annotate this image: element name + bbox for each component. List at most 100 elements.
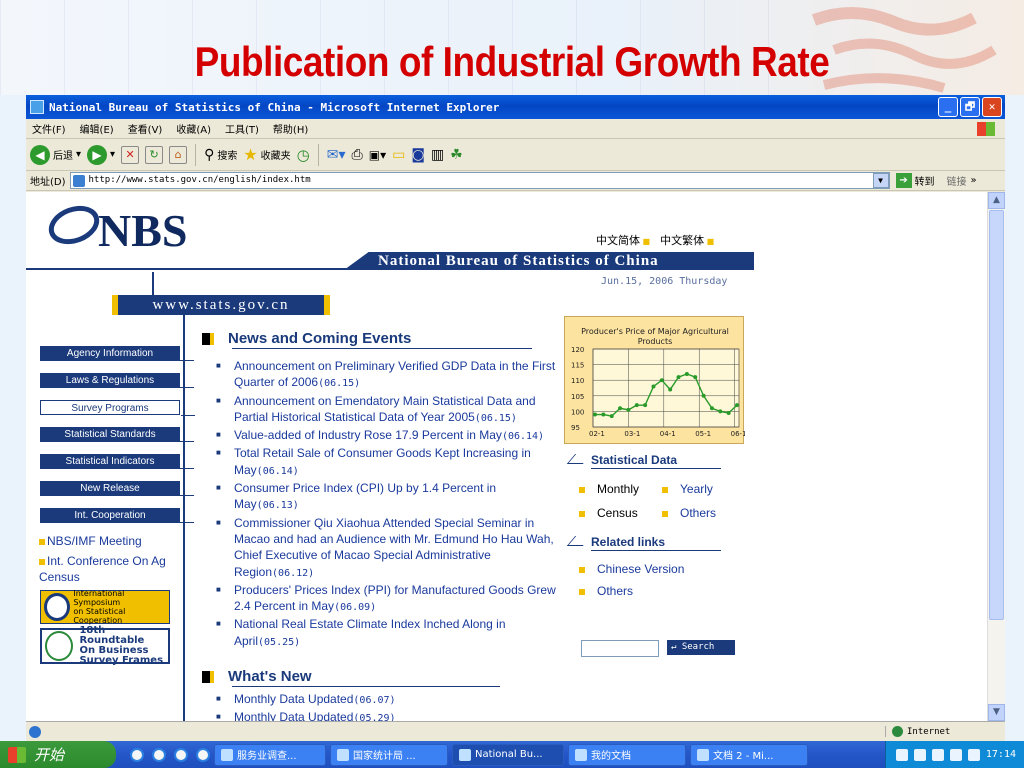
stat-monthly-link[interactable]: Monthly	[579, 482, 639, 496]
clock: 17:14	[985, 749, 1016, 760]
task-button[interactable]: 文档 2 - Mi...	[690, 743, 808, 766]
vertical-scrollbar[interactable]: ▲ ▼	[987, 192, 1005, 721]
favorites-button[interactable]: ★ 收藏夹	[243, 145, 290, 164]
page-content: NBS 中文简体 中文繁体 National Bureau of Statist…	[26, 192, 987, 721]
scroll-thumb[interactable]	[989, 210, 1004, 620]
price-chart[interactable]: Producer's Price of Major Agricultural P…	[564, 316, 745, 444]
simplified-chinese-link[interactable]: 中文简体	[596, 232, 650, 248]
research-icon[interactable]: ▥	[431, 147, 444, 163]
tray-icon[interactable]	[967, 748, 980, 761]
discuss-icon[interactable]: ▭	[392, 147, 405, 163]
chart-point	[735, 403, 739, 408]
site-search-button[interactable]: ↵ Search	[667, 640, 735, 655]
link-int-conference[interactable]: Int. Conference On Ag Census	[39, 553, 179, 585]
quick-launch-icon[interactable]	[174, 747, 188, 762]
news-item[interactable]: National Real Estate Climate Index Inche…	[216, 616, 561, 651]
refresh-icon[interactable]: ↻	[145, 145, 164, 164]
chart-y-tick: 120	[571, 346, 584, 354]
history-icon[interactable]: ◷	[297, 146, 310, 164]
edit-icon[interactable]: ▣▾	[369, 148, 386, 162]
nav-laws-regulations[interactable]: Laws & Regulations	[40, 373, 194, 388]
menu-view[interactable]: 查看(V)	[128, 121, 163, 136]
whats-new-item[interactable]: Monthly Data Updated(05.29)	[216, 709, 561, 721]
task-button[interactable]: 国家统计局 ...	[330, 743, 448, 766]
menu-edit[interactable]: 编辑(E)	[80, 121, 114, 136]
forward-arrow-icon: ▶	[87, 144, 108, 165]
menu-tools[interactable]: 工具(T)	[225, 121, 259, 136]
back-button[interactable]: ◀ 后退 ▾	[30, 144, 81, 165]
nav-survey-programs[interactable]: Survey Programs	[40, 400, 195, 416]
tray-icon[interactable]	[931, 748, 944, 761]
chevron-right-icon[interactable]: »	[971, 175, 977, 186]
address-dropdown[interactable]: ▼	[872, 173, 889, 188]
search-button[interactable]: ⚲ 搜索	[204, 147, 237, 163]
chart-point	[676, 375, 681, 380]
tray-icon[interactable]	[949, 748, 962, 761]
page-status-icon	[29, 725, 41, 738]
task-button-active[interactable]: National Bu...	[452, 743, 564, 766]
links-button[interactable]: 链接	[947, 173, 967, 188]
chinese-version-link[interactable]: Chinese Version	[579, 562, 684, 576]
address-input[interactable]: http://www.stats.gov.cn/english/index.ht…	[69, 172, 890, 189]
go-button[interactable]: ➔ 转到	[895, 173, 935, 188]
news-item[interactable]: Announcement on Emendatory Main Statisti…	[216, 393, 561, 428]
bullet-icon	[39, 558, 45, 565]
nav-agency-information[interactable]: Agency Information	[40, 346, 194, 361]
news-item[interactable]: Producers' Prices Index (PPI) for Manufa…	[216, 582, 561, 617]
scroll-down-icon[interactable]: ▼	[988, 704, 1005, 721]
folder-icon	[575, 748, 587, 761]
related-others-link[interactable]: Others	[579, 584, 633, 598]
site-search-input[interactable]	[581, 640, 659, 657]
print-icon[interactable]: ⎙	[352, 147, 363, 163]
stat-yearly-link[interactable]: Yearly	[662, 482, 713, 496]
whats-new-title: What's New	[202, 668, 500, 687]
start-button[interactable]: 开始	[0, 741, 116, 768]
messenger-icon[interactable]: ◙	[411, 147, 425, 163]
close-button[interactable]: ✕	[982, 97, 1002, 117]
traditional-chinese-link[interactable]: 中文繁体	[660, 232, 714, 248]
nbs-logo[interactable]: NBS	[98, 204, 187, 257]
task-button[interactable]: 我的文档	[568, 743, 686, 766]
quick-launch-icon[interactable]	[130, 747, 144, 762]
nav-new-release[interactable]: New Release	[40, 481, 194, 496]
news-item[interactable]: Value-added of Industry Rose 17.9 Percen…	[216, 427, 561, 445]
stat-census-link[interactable]: Census	[579, 506, 638, 520]
tray-icon[interactable]	[913, 748, 926, 761]
chart-point	[618, 406, 623, 411]
stop-icon[interactable]: ✕	[121, 145, 140, 164]
mail-icon[interactable]: ✉▾	[327, 147, 346, 163]
forward-button[interactable]: ▶ ▾	[87, 144, 115, 165]
scroll-up-icon[interactable]: ▲	[988, 192, 1005, 209]
nav-statistical-standards[interactable]: Statistical Standards	[40, 427, 194, 442]
news-item[interactable]: Consumer Price Index (CPI) Up by 1.4 Per…	[216, 480, 561, 515]
chart-point	[659, 378, 664, 383]
restore-button[interactable]: 🗗	[960, 97, 980, 117]
stat-others-link[interactable]: Others	[662, 506, 716, 520]
users-icon[interactable]: ☘	[450, 147, 463, 163]
toolbar-separator	[195, 143, 197, 166]
chart-point	[701, 393, 706, 398]
news-item[interactable]: Total Retail Sale of Consumer Goods Kept…	[216, 445, 561, 480]
minimize-button[interactable]: _	[938, 97, 958, 117]
window-title: National Bureau of Statistics of China -…	[49, 100, 500, 114]
news-item[interactable]: Commissioner Qiu Xiaohua Attended Specia…	[216, 515, 561, 582]
news-item[interactable]: Announcement on Preliminary Verified GDP…	[216, 358, 561, 393]
menu-help[interactable]: 帮助(H)	[273, 121, 308, 136]
quick-launch-icon[interactable]	[196, 747, 210, 762]
menu-file[interactable]: 文件(F)	[32, 121, 66, 136]
symposium-badge[interactable]: International Symposium on Statistical C…	[40, 589, 170, 625]
link-nbs-imf-meeting[interactable]: NBS/IMF Meeting	[39, 533, 179, 549]
chart-point	[643, 403, 648, 408]
home-icon[interactable]: ⌂	[169, 145, 188, 164]
chart-point	[684, 371, 689, 376]
task-button[interactable]: 服务业调查...	[214, 743, 326, 766]
chart-point	[668, 387, 673, 392]
roundtable-badge[interactable]: 18th Roundtable On Business Survey Frame…	[40, 626, 170, 666]
taskbar: 开始 服务业调查... 国家统计局 ... National Bu... 我的文…	[0, 741, 1024, 768]
quick-launch-icon[interactable]	[152, 747, 166, 762]
nav-statistical-indicators[interactable]: Statistical Indicators	[40, 454, 194, 469]
nav-int-cooperation[interactable]: Int. Cooperation	[40, 508, 194, 523]
menu-favorites[interactable]: 收藏(A)	[176, 121, 211, 136]
tray-icon[interactable]	[895, 748, 908, 761]
whats-new-item[interactable]: Monthly Data Updated(06.07)	[216, 691, 561, 709]
